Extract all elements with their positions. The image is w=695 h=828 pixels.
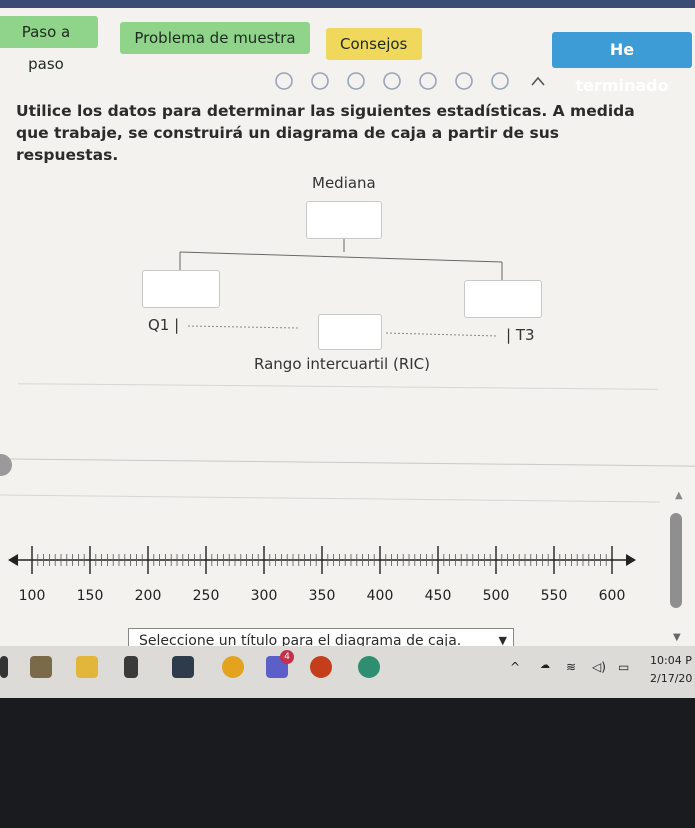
q1-input[interactable] bbox=[142, 270, 220, 308]
battery-icon[interactable]: ▭ bbox=[618, 660, 629, 674]
divider-2 bbox=[0, 458, 695, 467]
app-window: Paso a paso Problema de muestra Consejos… bbox=[0, 8, 695, 648]
q1-label-text: Q1 bbox=[148, 316, 170, 334]
number-line-area: 100 150 200 250 300 350 400 450 500 550 600 bbox=[0, 508, 660, 618]
q3-label-text: T3 bbox=[515, 326, 535, 344]
tick-label: 600 bbox=[599, 588, 626, 604]
onedrive-icon[interactable]: ☁ bbox=[540, 660, 550, 671]
tick-label: 250 bbox=[193, 588, 220, 604]
boxplot-title-select[interactable]: Seleccione un título para el diagrama de… bbox=[128, 628, 514, 648]
panel-resize-handle[interactable] bbox=[0, 454, 12, 476]
photos-icon[interactable] bbox=[172, 656, 194, 678]
vertical-scrollbar[interactable] bbox=[670, 513, 682, 608]
os-taskbar: 4 ^ ☁ ≋ ◁) ▭ 10:04 P 2/17/20 bbox=[0, 646, 695, 698]
axis-right-arrow-icon bbox=[626, 554, 636, 566]
q1-label: Q1 | bbox=[148, 316, 180, 334]
clock-date: 2/17/20 bbox=[650, 672, 693, 685]
app-thumbnail-icon[interactable] bbox=[30, 656, 52, 678]
tick-label: 300 bbox=[251, 588, 278, 604]
axis-left-arrow-icon bbox=[8, 554, 18, 566]
scroll-up-arrow-icon[interactable]: ▲ bbox=[675, 490, 683, 501]
iqr-label: Rango intercuartil (RIC) bbox=[254, 355, 431, 373]
volume-icon[interactable]: ◁) bbox=[592, 660, 606, 674]
scroll-down-arrow-icon[interactable]: ▼ bbox=[673, 632, 681, 643]
teams-badge: 4 bbox=[280, 650, 294, 664]
q3-input[interactable] bbox=[464, 280, 542, 318]
tick-label: 400 bbox=[367, 588, 394, 604]
below-screen-area bbox=[0, 698, 695, 828]
wifi-icon[interactable]: ≋ bbox=[566, 660, 576, 674]
tick-label: 200 bbox=[135, 588, 162, 604]
tick-label: 550 bbox=[541, 588, 568, 604]
clock-time: 10:04 P bbox=[650, 654, 692, 667]
tray-overflow-chevron-icon[interactable]: ^ bbox=[510, 660, 520, 674]
tick-label: 350 bbox=[309, 588, 336, 604]
divider-3 bbox=[0, 494, 660, 503]
edge-icon[interactable] bbox=[358, 656, 380, 678]
tick-label: 150 bbox=[77, 588, 104, 604]
chrome-icon[interactable] bbox=[222, 656, 244, 678]
tick-label: 450 bbox=[425, 588, 452, 604]
tick-label: 100 bbox=[19, 588, 46, 604]
powerpoint-icon[interactable] bbox=[310, 656, 332, 678]
iqr-input[interactable] bbox=[318, 314, 382, 350]
number-line-svg: 100 150 200 250 300 350 400 450 500 550 600 bbox=[8, 546, 636, 604]
store-icon[interactable] bbox=[124, 656, 138, 678]
q3-label: | T3 bbox=[506, 326, 535, 344]
file-explorer-icon[interactable] bbox=[76, 656, 98, 678]
start-edge-icon[interactable] bbox=[0, 656, 8, 678]
tick-label: 500 bbox=[483, 588, 510, 604]
taskbar-clock[interactable]: 10:04 P 2/17/20 bbox=[650, 652, 692, 688]
